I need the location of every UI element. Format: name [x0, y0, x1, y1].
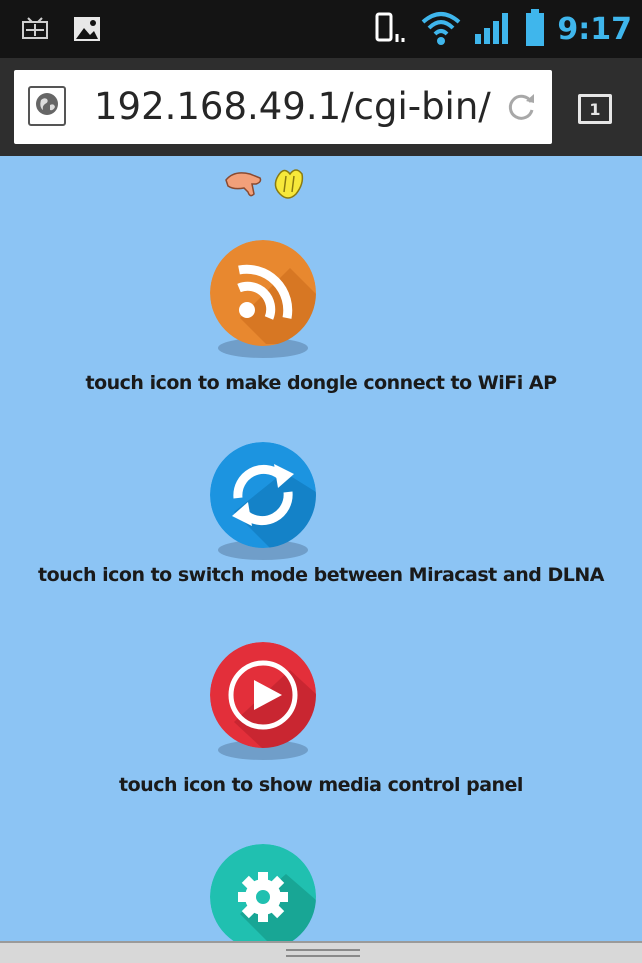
globe-icon: [34, 91, 60, 121]
tabs-button[interactable]: 1: [578, 94, 612, 124]
play-icon: [210, 642, 316, 748]
reload-icon[interactable]: [504, 90, 538, 128]
usb-debug-icon: [20, 14, 50, 48]
browser-toolbar: 192.168.49.1/cgi-bin/h 1: [0, 58, 642, 156]
mascot-hand-icon: [222, 164, 308, 212]
site-info-button[interactable]: [28, 86, 66, 126]
refresh-switch-icon: [210, 442, 316, 548]
battery-icon: [525, 9, 545, 51]
gear-icon: [210, 844, 316, 950]
rss-wifi-icon: [210, 240, 316, 346]
web-page: touch icon to make dongle connect to WiF…: [0, 156, 642, 950]
media-control-button[interactable]: [210, 642, 316, 748]
image-notification-icon: [72, 14, 102, 48]
bottom-scroll-handle[interactable]: [0, 941, 642, 963]
signal-icon: [473, 10, 513, 50]
settings-button[interactable]: [210, 844, 316, 950]
switch-mode-label: touch icon to switch mode between Miraca…: [38, 564, 604, 586]
wifi-icon: [421, 10, 461, 50]
status-bar: 9:17: [0, 0, 642, 58]
switch-mode-button[interactable]: [210, 442, 316, 548]
wifi-connect-label: touch icon to make dongle connect to WiF…: [85, 372, 558, 394]
vibrate-icon: [373, 10, 409, 50]
address-bar[interactable]: 192.168.49.1/cgi-bin/h: [14, 70, 552, 144]
status-notifications: [20, 14, 102, 48]
wifi-connect-button[interactable]: [210, 240, 316, 346]
tab-count: 1: [589, 99, 601, 119]
status-time: 9:17: [557, 12, 632, 47]
media-control-label: touch icon to show media control panel: [119, 774, 523, 796]
status-indicators: 9:17: [373, 9, 632, 51]
url-text[interactable]: 192.168.49.1/cgi-bin/h: [94, 70, 494, 144]
